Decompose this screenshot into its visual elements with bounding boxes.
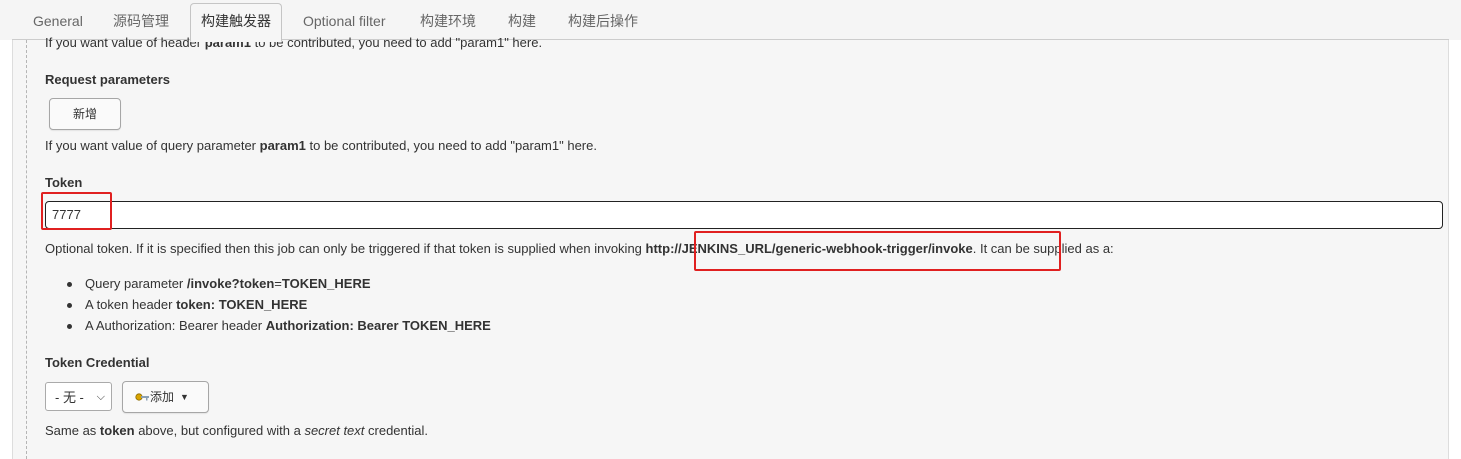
list-item: A Authorization: Bearer header Authoriza… — [85, 318, 491, 333]
tab-optional-filter[interactable]: Optional filter — [303, 4, 385, 39]
token-credential-select[interactable]: - 无 - ⌵ — [45, 382, 112, 411]
header-param-help-suffix: to be contributed, you need to add "para… — [250, 35, 543, 50]
request-parameters-help-suffix: to be contributed, you need to add "para… — [305, 138, 597, 153]
tab-build-triggers[interactable]: 构建触发器 — [190, 3, 282, 42]
list-item: Query parameter /invoke?token=TOKEN_HERE — [85, 276, 371, 291]
list-bullet — [67, 324, 72, 329]
webhook-url: http://JENKINS_URL/generic-webhook-trigg… — [645, 241, 973, 256]
option-bold: Authorization: Bearer TOKEN_HERE — [265, 318, 491, 333]
list-bullet — [67, 282, 72, 287]
header-param-help-prefix: If you want value of header — [45, 35, 205, 50]
credential-help-bold: token — [99, 423, 135, 438]
option-prefix: A Authorization: Bearer header — [85, 318, 266, 333]
request-parameters-help: If you want value of query parameter par… — [45, 138, 597, 153]
token-credential-selected: - 无 - — [55, 390, 84, 405]
add-credential-button[interactable]: 添加 ▼ — [122, 381, 209, 413]
option-bold: TOKEN_HERE — [281, 276, 371, 291]
tab-build-environment[interactable]: 构建环境 — [420, 4, 476, 39]
credential-help-prefix: Same as — [45, 423, 100, 438]
token-input[interactable] — [45, 201, 1443, 229]
token-label: Token — [45, 175, 83, 190]
config-panel: If you want value of header param1 to be… — [12, 35, 1449, 459]
tab-build[interactable]: 构建 — [508, 4, 536, 39]
tab-post-build[interactable]: 构建后操作 — [568, 4, 638, 39]
token-credential-label: Token Credential — [45, 355, 150, 370]
tab-general[interactable]: General — [33, 4, 83, 39]
option-prefix: Query parameter — [85, 276, 187, 291]
list-item: A token header token: TOKEN_HERE — [85, 297, 307, 312]
header-param-help: If you want value of header param1 to be… — [45, 35, 542, 50]
option-prefix: A token header — [85, 297, 177, 312]
caret-down-icon: ▼ — [180, 392, 189, 402]
credential-help-mid: above, but configured with a — [134, 423, 305, 438]
request-parameter-name: param1 — [259, 138, 306, 153]
credential-help-suffix: credential. — [364, 423, 428, 438]
option-bold: /invoke?token — [186, 276, 275, 291]
option-bold: token: TOKEN_HERE — [176, 297, 308, 312]
section-guide-line — [26, 40, 27, 459]
token-help-prefix: Optional token. If it is specified then … — [45, 241, 646, 256]
tab-bar: General 源码管理 构建触发器 Optional filter 构建环境 … — [0, 0, 1461, 42]
token-help: Optional token. If it is specified then … — [45, 241, 1114, 256]
add-credential-label: 添加 — [150, 390, 175, 404]
token-help-suffix: . It can be supplied as a: — [972, 241, 1114, 256]
token-credential-help: Same as token above, but configured with… — [45, 423, 428, 438]
list-bullet — [67, 303, 72, 308]
chevron-down-icon: ⌵ — [96, 391, 105, 403]
tab-source-code[interactable]: 源码管理 — [113, 4, 169, 39]
add-request-parameter-button[interactable]: 新增 — [49, 98, 121, 130]
request-parameters-label: Request parameters — [45, 72, 170, 87]
request-parameters-help-prefix: If you want value of query parameter — [45, 138, 260, 153]
option-mid: = — [274, 276, 282, 291]
credential-help-italic: secret text — [304, 423, 365, 438]
key-icon — [134, 382, 150, 423]
